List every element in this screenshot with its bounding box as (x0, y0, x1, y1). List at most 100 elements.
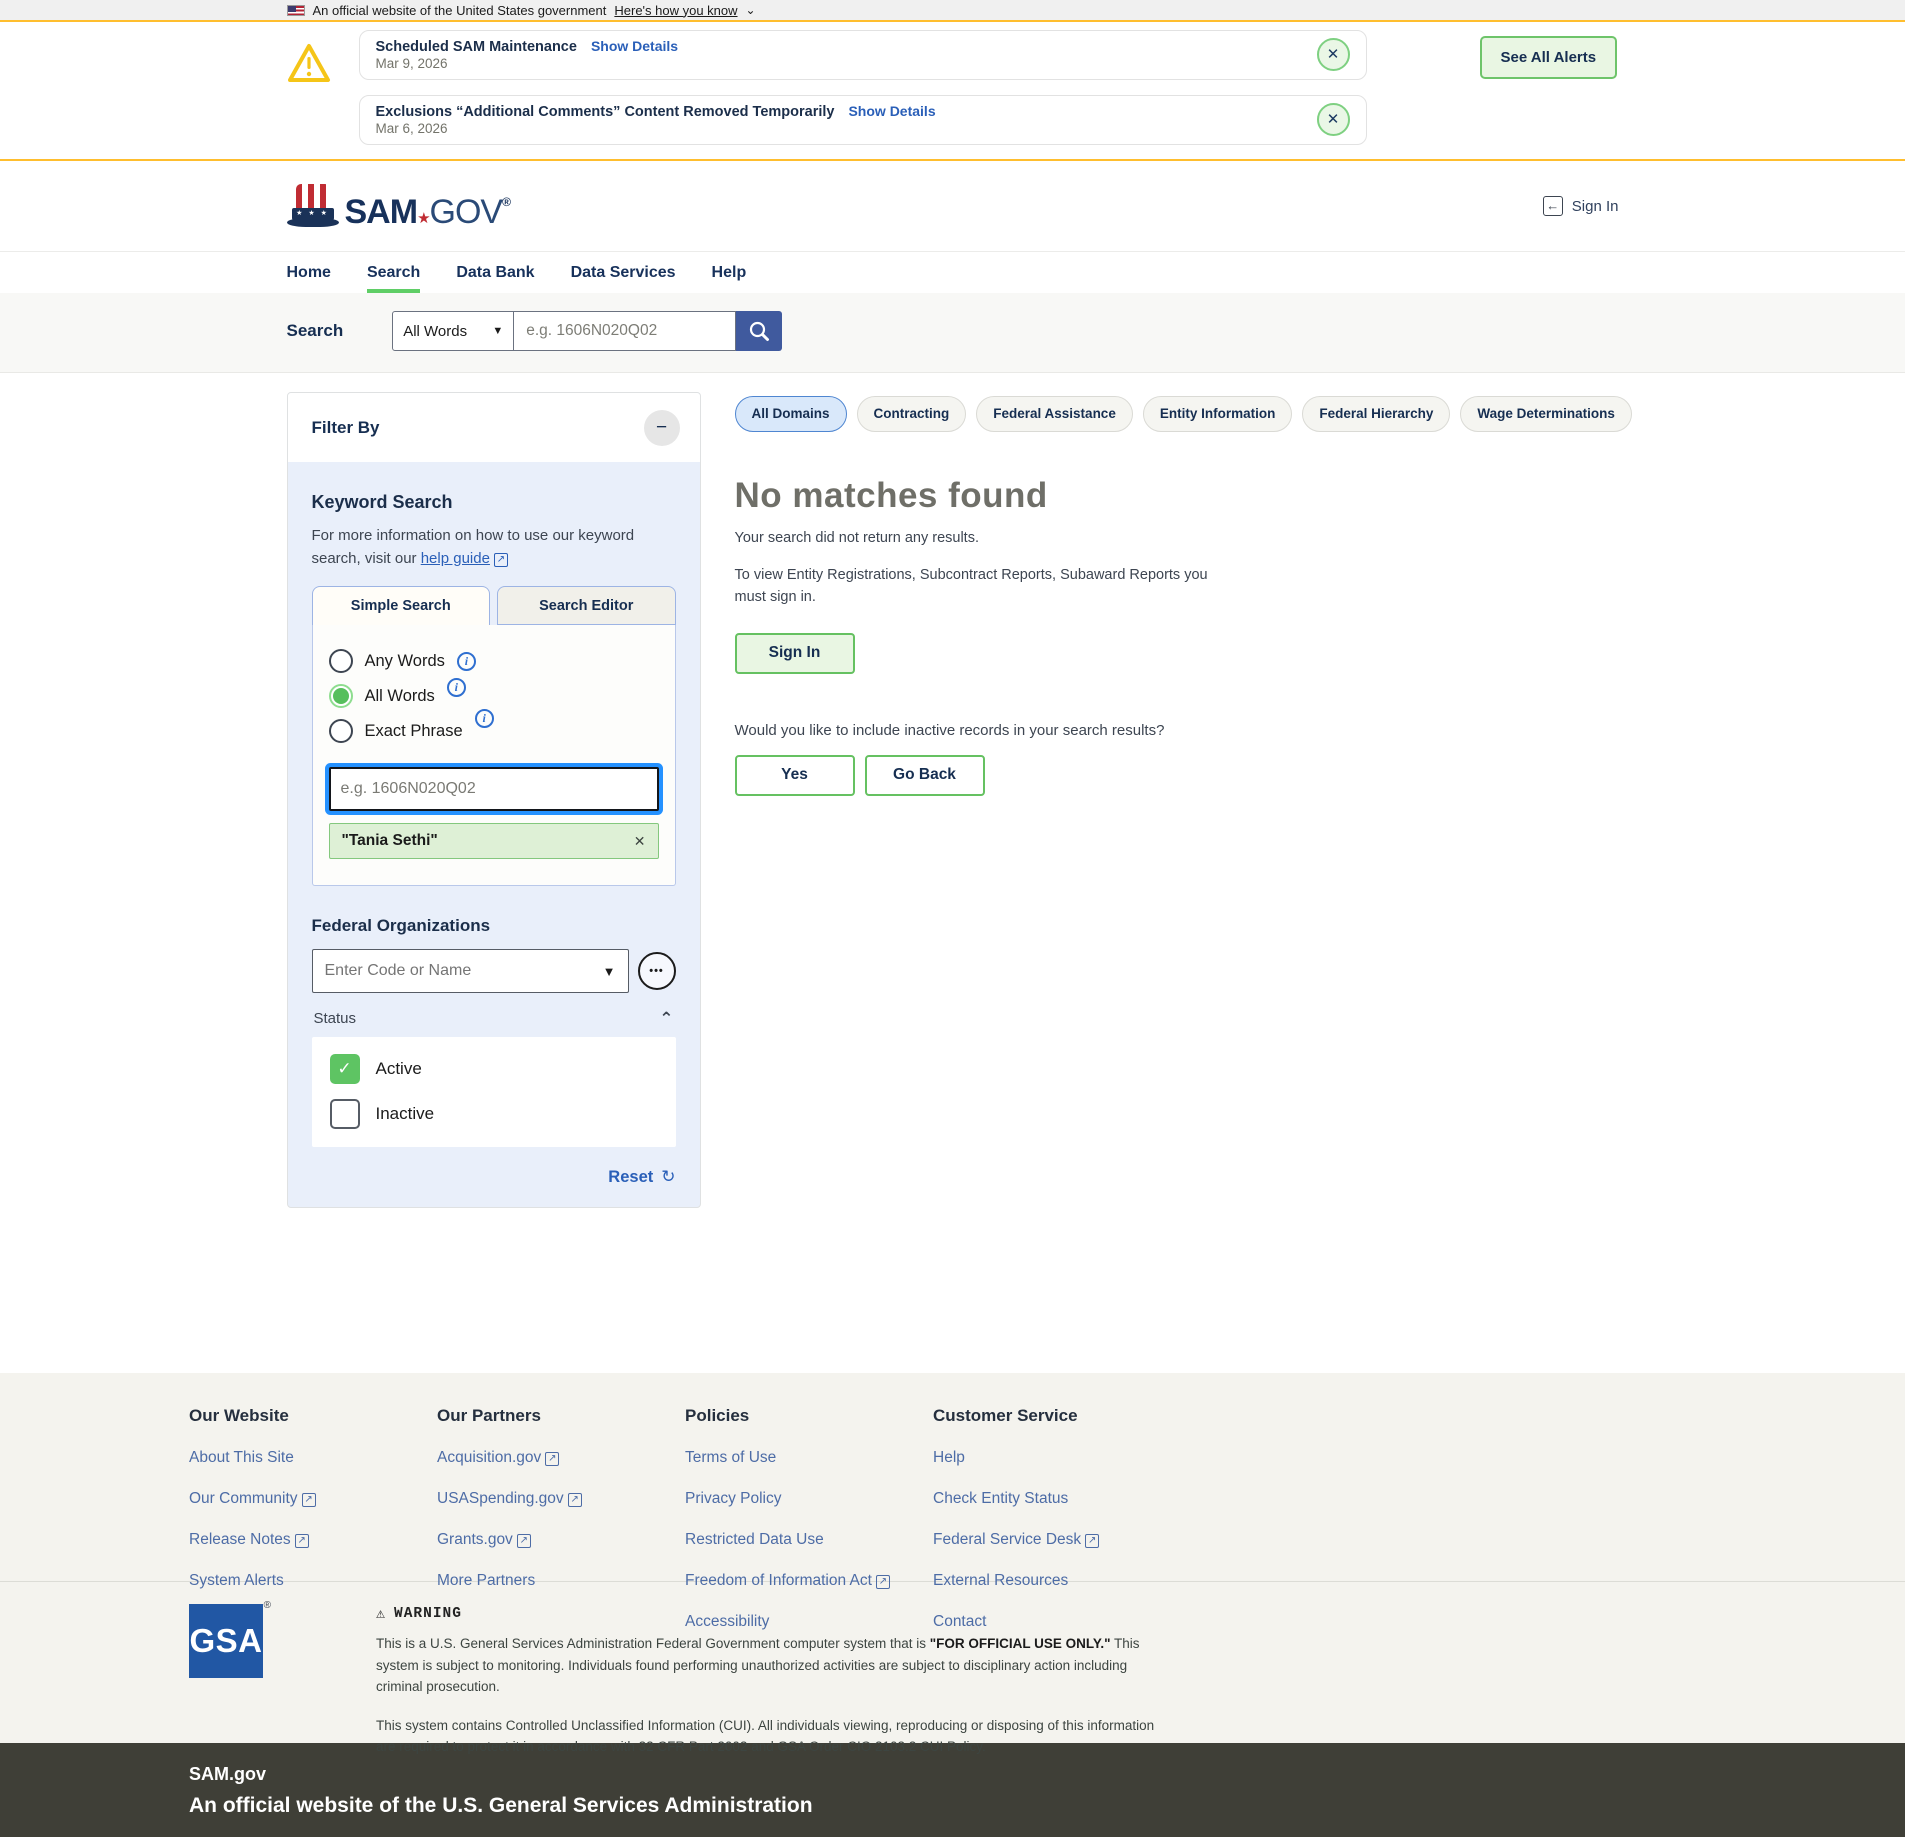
warning-heading: ⚠ WARNING (376, 1605, 462, 1624)
simple-search-panel: Any Words i All Words i Exact Phrase i e… (311, 625, 676, 886)
radio-any-words[interactable] (328, 649, 353, 673)
footer-link-acquisition-gov[interactable]: Acquisition.gov (437, 1449, 559, 1467)
alert-title: Exclusions “Additional Comments” Content… (375, 104, 835, 120)
footer-link-terms-of-use[interactable]: Terms of Use (685, 1449, 776, 1467)
footer-col-heading: Our Website (189, 1406, 289, 1425)
pill-federal-hierarchy[interactable]: Federal Hierarchy (1302, 396, 1451, 432)
caret-down-icon: ▼ (602, 963, 616, 979)
footer-site-subtitle: An official website of the U.S. General … (189, 1794, 813, 1817)
footer: Our Website About This Site Our Communit… (0, 1373, 1905, 1630)
footer-link-grants-gov[interactable]: Grants.gov (437, 1531, 531, 1549)
footer-link-more-partners[interactable]: More Partners (437, 1572, 535, 1590)
gov-banner: An official website of the United States… (0, 0, 1905, 22)
alert-item: Scheduled SAM Maintenance Show Details M… (358, 30, 1367, 80)
radio-all-words[interactable] (328, 684, 353, 708)
search-submit-button[interactable] (736, 311, 783, 351)
keyword-input[interactable] (330, 769, 657, 809)
footer-link-help[interactable]: Help (933, 1449, 965, 1467)
help-guide-link[interactable]: help guide (421, 550, 508, 567)
footer-link-foia[interactable]: Freedom of Information Act (685, 1572, 890, 1590)
status-options: ✓ Active Inactive (311, 1037, 676, 1147)
footer-col-our-website: Our Website About This Site Our Communit… (189, 1406, 437, 1631)
sign-in-required-message: To view Entity Registrations, Subcontrac… (734, 567, 1208, 606)
federal-orgs-placeholder: Enter Code or Name (324, 962, 472, 979)
search-type-value: All Words (403, 322, 468, 340)
filter-by-title: Filter By (311, 418, 380, 437)
alert-item: Exclusions “Additional Comments” Content… (358, 95, 1367, 145)
warning-triangle-icon (287, 42, 331, 89)
footer-link-usaspending-gov[interactable]: USASpending.gov (437, 1490, 582, 1508)
tab-search-editor[interactable]: Search Editor (497, 586, 676, 625)
checkbox-active[interactable]: ✓ (329, 1054, 360, 1084)
gsa-logo: GSA ® (189, 1600, 271, 1758)
global-search-input[interactable] (514, 311, 737, 351)
footer-link-external-resources[interactable]: External Resources (933, 1572, 1068, 1590)
alerts-section: Scheduled SAM Maintenance Show Details M… (0, 22, 1905, 161)
show-details-link[interactable]: Show Details (848, 103, 935, 119)
alert-date: Mar 6, 2026 (375, 121, 448, 136)
pill-all-domains[interactable]: All Domains (734, 396, 847, 432)
info-icon[interactable]: i (456, 651, 476, 671)
checkbox-inactive[interactable] (329, 1099, 360, 1129)
see-all-alerts-button[interactable]: See All Alerts (1479, 36, 1618, 79)
footer-col-customer-service: Customer Service Help Check Entity Statu… (933, 1406, 1181, 1631)
info-icon[interactable]: i (474, 708, 494, 728)
no-matches-heading: No matches found (734, 476, 1048, 515)
nav-item-data-bank[interactable]: Data Bank (456, 252, 534, 293)
keyword-chip-label: "Tania Sethi" (341, 832, 438, 849)
radio-exact-phrase-label: Exact Phrase (364, 721, 463, 740)
chevron-down-icon[interactable]: ⌄ (746, 3, 756, 17)
show-details-link[interactable]: Show Details (591, 38, 678, 54)
footer-site-title: SAM.gov (189, 1764, 267, 1784)
alert-title: Scheduled SAM Maintenance (375, 39, 577, 55)
include-inactive-question: Would you like to include inactive recor… (734, 721, 1165, 739)
pill-contracting[interactable]: Contracting (856, 396, 967, 432)
logo-text: SAM★GOV® (344, 193, 511, 232)
footer-col-heading: Our Partners (437, 1406, 541, 1425)
pill-wage-determinations[interactable]: Wage Determinations (1460, 396, 1632, 432)
chevron-up-icon[interactable]: ⌃ (659, 1010, 673, 1027)
footer-link-release-notes[interactable]: Release Notes (189, 1531, 309, 1549)
warning-paragraph-1: This is a U.S. General Services Administ… (376, 1636, 1140, 1695)
how-you-know-link[interactable]: Here's how you know (614, 3, 737, 18)
nav-item-home[interactable]: Home (287, 252, 331, 293)
reset-filters-link[interactable]: Reset ↻ (608, 1167, 675, 1186)
pill-federal-assistance[interactable]: Federal Assistance (976, 396, 1133, 432)
tab-simple-search[interactable]: Simple Search (311, 586, 490, 625)
results-area: All Domains Contracting Federal Assistan… (734, 392, 1632, 796)
info-icon[interactable]: i (446, 677, 466, 697)
main-content: Filter By − Keyword Search For more info… (0, 373, 1905, 1373)
keyword-input-focus-ring (328, 767, 659, 811)
close-icon[interactable]: ✕ (1316, 103, 1350, 136)
footer-link-federal-service-desk[interactable]: Federal Service Desk (933, 1531, 1099, 1549)
sam-gov-logo[interactable]: ★ ★ ★ SAM★GOV® (286, 184, 511, 232)
search-band: Search All Words ▼ (0, 293, 1905, 373)
search-type-select[interactable]: All Words ▼ (392, 311, 515, 351)
sign-in-label: Sign In (1571, 197, 1619, 215)
no-results-message: Your search did not return any results. (734, 530, 980, 546)
federal-orgs-more-button[interactable]: ••• (637, 952, 676, 990)
chip-close-icon[interactable]: ✕ (634, 833, 646, 850)
nav-item-help[interactable]: Help (712, 252, 747, 293)
close-icon[interactable]: ✕ (1316, 38, 1350, 71)
radio-exact-phrase[interactable] (328, 719, 353, 743)
yes-button[interactable]: Yes (734, 754, 855, 796)
footer-link-restricted-data-use[interactable]: Restricted Data Use (685, 1531, 824, 1549)
sign-in-button[interactable]: Sign In (734, 632, 855, 674)
sign-in-link[interactable]: ← Sign In (1542, 196, 1619, 216)
footer-link-check-entity-status[interactable]: Check Entity Status (933, 1490, 1068, 1508)
nav-item-search[interactable]: Search (366, 252, 421, 293)
federal-orgs-heading: Federal Organizations (311, 916, 491, 935)
checkbox-inactive-label: Inactive (375, 1104, 435, 1123)
pill-entity-information[interactable]: Entity Information (1142, 396, 1293, 432)
radio-any-words-label: Any Words (364, 651, 445, 670)
footer-link-system-alerts[interactable]: System Alerts (189, 1572, 284, 1590)
collapse-filters-button[interactable]: − (643, 410, 680, 446)
footer-link-our-community[interactable]: Our Community (189, 1490, 316, 1508)
go-back-button[interactable]: Go Back (864, 754, 985, 796)
footer-link-privacy-policy[interactable]: Privacy Policy (685, 1490, 781, 1508)
federal-orgs-select[interactable]: Enter Code or Name ▼ (311, 949, 629, 993)
main-nav: Home Search Data Bank Data Services Help (0, 251, 1905, 293)
footer-link-about-this-site[interactable]: About This Site (189, 1449, 294, 1467)
nav-item-data-services[interactable]: Data Services (571, 252, 676, 293)
